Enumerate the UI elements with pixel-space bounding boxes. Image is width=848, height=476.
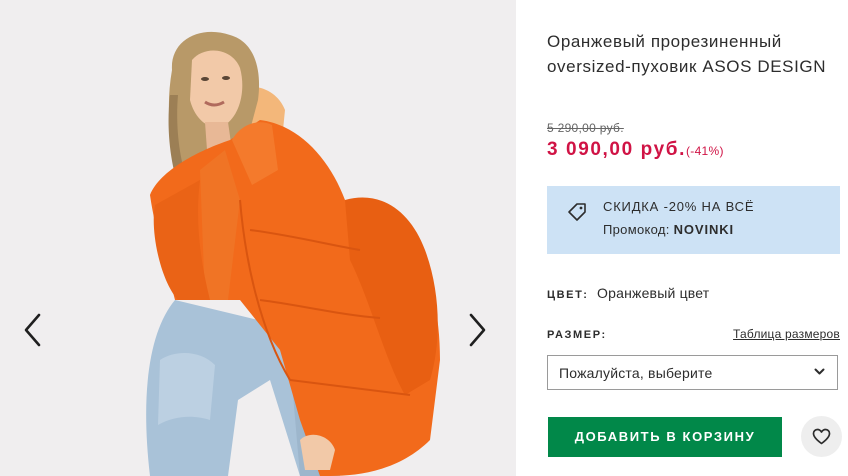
add-to-bag-button[interactable]: ДОБАВИТЬ В КОРЗИНУ (548, 417, 782, 457)
price-tag-icon (568, 203, 586, 221)
product-photo (0, 0, 516, 476)
heart-icon (812, 428, 831, 445)
color-label: ЦВЕТ: (547, 289, 589, 301)
product-title: Оранжевый прорезиненный oversized-пухови… (547, 32, 827, 76)
size-select[interactable]: Пожалуйста, выберите (547, 355, 838, 390)
old-price: 5 290,00 руб. (547, 121, 624, 135)
chevron-right-icon (469, 313, 486, 347)
promo-headline: СКИДКА -20% НА ВСЁ (603, 199, 755, 214)
discount-percent: (-41%) (685, 144, 724, 158)
promo-code-line: Промокод: NOVINKI (603, 222, 734, 237)
size-label: РАЗМЕР: (547, 329, 607, 341)
gallery-next-button[interactable] (465, 312, 489, 348)
product-info-panel: Оранжевый прорезиненный oversized-пухови… (547, 0, 842, 476)
promo-code: NOVINKI (673, 222, 735, 237)
color-value: Оранжевый цвет (597, 285, 710, 301)
chevron-left-icon (24, 313, 41, 347)
current-price: 3 090,00 руб. (547, 139, 686, 160)
gallery-prev-button[interactable] (21, 312, 45, 348)
price-row: 3 090,00 руб.(-41%) (547, 139, 724, 161)
color-row: ЦВЕТ: Оранжевый цвет (547, 285, 709, 303)
wishlist-button[interactable] (801, 416, 842, 457)
size-select-value: Пожалуйста, выберите (559, 365, 713, 381)
chevron-down-icon (814, 368, 825, 375)
promo-code-label: Промокод: (603, 222, 670, 237)
promo-banner: СКИДКА -20% НА ВСЁ Промокод: NOVINKI (547, 186, 840, 254)
product-image-gallery (0, 0, 516, 476)
size-guide-link[interactable]: Таблица размеров (733, 327, 840, 341)
